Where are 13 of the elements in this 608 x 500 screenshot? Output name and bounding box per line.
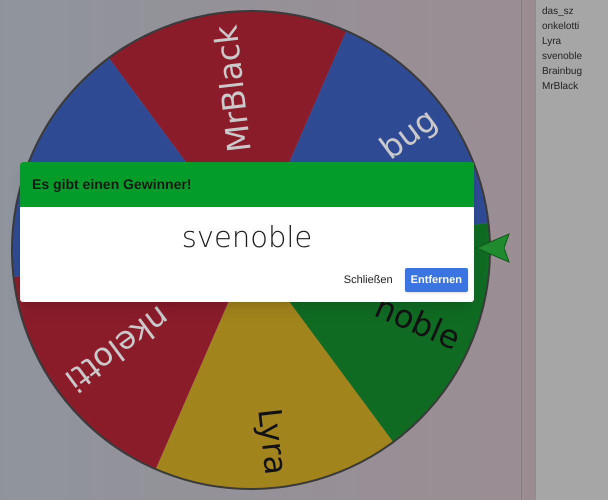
segment-label: Lyra [250, 406, 296, 477]
entry-item: Brainbug [542, 65, 584, 79]
winner-name: svenoble [182, 219, 312, 256]
entry-item: onkelotti [542, 20, 580, 34]
remove-button[interactable]: Entfernen [404, 268, 468, 292]
dialog-title: Es gibt einen Gewinner! [32, 175, 192, 194]
entry-item: Lyra [542, 35, 562, 49]
entry-item: das_sz [542, 5, 575, 19]
pointer-icon [474, 233, 510, 263]
entry-item: MrBlack [542, 80, 580, 94]
entry-item: svenoble [542, 50, 584, 64]
segment-label: bug [372, 100, 444, 168]
segment-label: MrBlack [206, 23, 259, 154]
